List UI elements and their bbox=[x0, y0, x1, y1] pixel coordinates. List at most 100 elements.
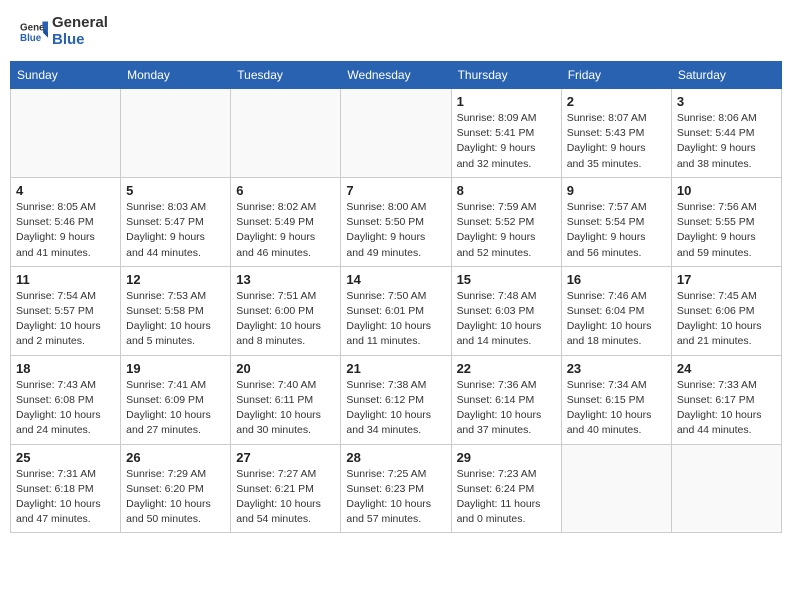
day-cell: 7 Sunrise: 8:00 AMSunset: 5:50 PMDaylight… bbox=[341, 177, 451, 266]
day-number: 10 bbox=[677, 183, 776, 198]
day-cell: 20 Sunrise: 7:40 AMSunset: 6:11 PMDayligh… bbox=[231, 355, 341, 444]
day-info: Sunrise: 8:03 AMSunset: 5:47 PMDaylight:… bbox=[126, 200, 225, 261]
day-number: 9 bbox=[567, 183, 666, 198]
weekday-header-monday: Monday bbox=[121, 62, 231, 89]
day-number: 15 bbox=[457, 272, 556, 287]
weekday-header-row: SundayMondayTuesdayWednesdayThursdayFrid… bbox=[11, 62, 782, 89]
day-cell: 23Sunrise: 7:34 AMSunset: 6:15 PMDayligh… bbox=[561, 355, 671, 444]
weekday-header-thursday: Thursday bbox=[451, 62, 561, 89]
day-number: 4 bbox=[16, 183, 115, 198]
week-row-4: 18 Sunrise: 7:43 AMSunset: 6:08 PMDayligh… bbox=[11, 355, 782, 444]
day-number: 18 bbox=[16, 361, 115, 376]
day-info: Sunrise: 8:07 AMSunset: 5:43 PMDaylight:… bbox=[567, 111, 666, 172]
day-cell: 24 Sunrise: 7:33 AMSunset: 6:17 PMDayligh… bbox=[671, 355, 781, 444]
day-info: Sunrise: 7:59 AMSunset: 5:52 PMDaylight:… bbox=[457, 200, 556, 261]
day-cell: 11 Sunrise: 7:54 AMSunset: 5:57 PMDayligh… bbox=[11, 266, 121, 355]
day-cell: 1 Sunrise: 8:09 AMSunset: 5:41 PMDaylight… bbox=[451, 89, 561, 178]
weekday-header-wednesday: Wednesday bbox=[341, 62, 451, 89]
day-info: Sunrise: 7:40 AMSunset: 6:11 PMDaylight:… bbox=[236, 378, 335, 439]
week-row-1: 1 Sunrise: 8:09 AMSunset: 5:41 PMDaylight… bbox=[11, 89, 782, 178]
day-number: 11 bbox=[16, 272, 115, 287]
day-info: Sunrise: 7:29 AMSunset: 6:20 PMDaylight:… bbox=[126, 467, 225, 528]
day-info: Sunrise: 7:54 AMSunset: 5:57 PMDaylight:… bbox=[16, 289, 115, 350]
day-number: 25 bbox=[16, 450, 115, 465]
day-number: 20 bbox=[236, 361, 335, 376]
day-info: Sunrise: 7:25 AMSunset: 6:23 PMDaylight:… bbox=[346, 467, 445, 528]
day-cell bbox=[561, 444, 671, 533]
day-cell bbox=[671, 444, 781, 533]
day-info: Sunrise: 7:43 AMSunset: 6:08 PMDaylight:… bbox=[16, 378, 115, 439]
day-cell: 9 Sunrise: 7:57 AMSunset: 5:54 PMDaylight… bbox=[561, 177, 671, 266]
day-number: 5 bbox=[126, 183, 225, 198]
day-info: Sunrise: 7:53 AMSunset: 5:58 PMDaylight:… bbox=[126, 289, 225, 350]
day-cell: 19 Sunrise: 7:41 AMSunset: 6:09 PMDayligh… bbox=[121, 355, 231, 444]
day-number: 24 bbox=[677, 361, 776, 376]
day-info: Sunrise: 7:31 AMSunset: 6:18 PMDaylight:… bbox=[16, 467, 115, 528]
day-number: 17 bbox=[677, 272, 776, 287]
weekday-header-friday: Friday bbox=[561, 62, 671, 89]
week-row-2: 4 Sunrise: 8:05 AMSunset: 5:46 PMDaylight… bbox=[11, 177, 782, 266]
day-number: 23 bbox=[567, 361, 666, 376]
day-number: 13 bbox=[236, 272, 335, 287]
day-number: 16 bbox=[567, 272, 666, 287]
weekday-header-sunday: Sunday bbox=[11, 62, 121, 89]
week-row-5: 25 Sunrise: 7:31 AMSunset: 6:18 PMDayligh… bbox=[11, 444, 782, 533]
day-info: Sunrise: 7:38 AMSunset: 6:12 PMDaylight:… bbox=[346, 378, 445, 439]
weekday-header-saturday: Saturday bbox=[671, 62, 781, 89]
day-cell bbox=[231, 89, 341, 178]
logo-general: General bbox=[52, 15, 108, 32]
day-number: 1 bbox=[457, 94, 556, 109]
day-info: Sunrise: 8:09 AMSunset: 5:41 PMDaylight:… bbox=[457, 111, 556, 172]
day-number: 8 bbox=[457, 183, 556, 198]
weekday-header-tuesday: Tuesday bbox=[231, 62, 341, 89]
day-number: 29 bbox=[457, 450, 556, 465]
day-cell: 26Sunrise: 7:29 AMSunset: 6:20 PMDayligh… bbox=[121, 444, 231, 533]
day-cell: 13 Sunrise: 7:51 AMSunset: 6:00 PMDayligh… bbox=[231, 266, 341, 355]
day-cell: 8 Sunrise: 7:59 AMSunset: 5:52 PMDaylight… bbox=[451, 177, 561, 266]
day-number: 22 bbox=[457, 361, 556, 376]
day-number: 7 bbox=[346, 183, 445, 198]
day-info: Sunrise: 7:56 AMSunset: 5:55 PMDaylight:… bbox=[677, 200, 776, 261]
day-cell bbox=[121, 89, 231, 178]
day-info: Sunrise: 7:36 AMSunset: 6:14 PMDaylight:… bbox=[457, 378, 556, 439]
day-cell: 21 Sunrise: 7:38 AMSunset: 6:12 PMDayligh… bbox=[341, 355, 451, 444]
day-cell: 5 Sunrise: 8:03 AMSunset: 5:47 PMDaylight… bbox=[121, 177, 231, 266]
page-header: General Blue General Blue bbox=[10, 10, 782, 53]
day-number: 21 bbox=[346, 361, 445, 376]
day-number: 3 bbox=[677, 94, 776, 109]
day-number: 6 bbox=[236, 183, 335, 198]
day-info: Sunrise: 8:05 AMSunset: 5:46 PMDaylight:… bbox=[16, 200, 115, 261]
calendar-table: SundayMondayTuesdayWednesdayThursdayFrid… bbox=[10, 61, 782, 533]
day-info: Sunrise: 7:51 AMSunset: 6:00 PMDaylight:… bbox=[236, 289, 335, 350]
day-info: Sunrise: 7:27 AMSunset: 6:21 PMDaylight:… bbox=[236, 467, 335, 528]
logo: General Blue General Blue bbox=[20, 15, 108, 48]
day-info: Sunrise: 8:02 AMSunset: 5:49 PMDaylight:… bbox=[236, 200, 335, 261]
day-cell: 16 Sunrise: 7:46 AMSunset: 6:04 PMDayligh… bbox=[561, 266, 671, 355]
day-number: 14 bbox=[346, 272, 445, 287]
day-info: Sunrise: 7:33 AMSunset: 6:17 PMDaylight:… bbox=[677, 378, 776, 439]
svg-text:Blue: Blue bbox=[20, 33, 42, 44]
day-number: 19 bbox=[126, 361, 225, 376]
logo-icon: General Blue bbox=[20, 18, 48, 46]
day-info: Sunrise: 7:46 AMSunset: 6:04 PMDaylight:… bbox=[567, 289, 666, 350]
day-cell: 28 Sunrise: 7:25 AMSunset: 6:23 PMDayligh… bbox=[341, 444, 451, 533]
day-info: Sunrise: 7:45 AMSunset: 6:06 PMDaylight:… bbox=[677, 289, 776, 350]
day-cell: 27 Sunrise: 7:27 AMSunset: 6:21 PMDayligh… bbox=[231, 444, 341, 533]
week-row-3: 11 Sunrise: 7:54 AMSunset: 5:57 PMDayligh… bbox=[11, 266, 782, 355]
day-info: Sunrise: 7:57 AMSunset: 5:54 PMDaylight:… bbox=[567, 200, 666, 261]
day-cell: 10 Sunrise: 7:56 AMSunset: 5:55 PMDayligh… bbox=[671, 177, 781, 266]
day-number: 28 bbox=[346, 450, 445, 465]
day-cell: 17 Sunrise: 7:45 AMSunset: 6:06 PMDayligh… bbox=[671, 266, 781, 355]
day-cell: 18 Sunrise: 7:43 AMSunset: 6:08 PMDayligh… bbox=[11, 355, 121, 444]
day-cell: 6 Sunrise: 8:02 AMSunset: 5:49 PMDaylight… bbox=[231, 177, 341, 266]
day-number: 2 bbox=[567, 94, 666, 109]
day-info: Sunrise: 8:00 AMSunset: 5:50 PMDaylight:… bbox=[346, 200, 445, 261]
day-cell: 25 Sunrise: 7:31 AMSunset: 6:18 PMDayligh… bbox=[11, 444, 121, 533]
day-info: Sunrise: 7:41 AMSunset: 6:09 PMDaylight:… bbox=[126, 378, 225, 439]
logo-blue: Blue bbox=[52, 32, 108, 49]
day-number: 27 bbox=[236, 450, 335, 465]
day-info: Sunrise: 7:50 AMSunset: 6:01 PMDaylight:… bbox=[346, 289, 445, 350]
day-cell: 3Sunrise: 8:06 AMSunset: 5:44 PMDaylight… bbox=[671, 89, 781, 178]
day-cell: 2 Sunrise: 8:07 AMSunset: 5:43 PMDaylight… bbox=[561, 89, 671, 178]
day-info: Sunrise: 7:48 AMSunset: 6:03 PMDaylight:… bbox=[457, 289, 556, 350]
